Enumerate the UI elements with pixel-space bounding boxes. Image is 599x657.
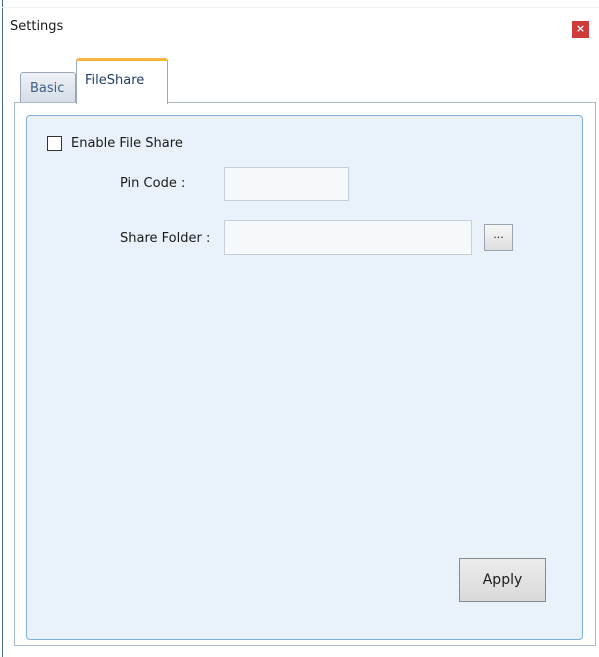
share-folder-input[interactable] [224,220,472,255]
apply-button[interactable]: Apply [459,558,546,602]
browse-folder-button[interactable]: ... [484,224,513,251]
tab-fileshare[interactable]: FileShare [76,58,168,104]
tab-fileshare-label: FileShare [85,73,145,88]
settings-window: Settings × Basic FileShare Enable File S… [0,0,599,657]
enable-file-share-label[interactable]: Enable File Share [71,136,183,151]
close-icon: × [575,22,586,35]
pin-code-input[interactable] [224,167,349,201]
close-button[interactable]: × [572,21,589,38]
tab-basic-label: Basic [30,81,65,96]
pin-code-label: Pin Code : [120,176,186,191]
window-left-border [2,0,3,657]
tab-basic[interactable]: Basic [20,72,76,102]
share-folder-label: Share Folder : [120,231,211,246]
enable-file-share-checkbox[interactable] [47,136,62,151]
top-divider [2,7,599,8]
window-title: Settings [10,19,64,34]
